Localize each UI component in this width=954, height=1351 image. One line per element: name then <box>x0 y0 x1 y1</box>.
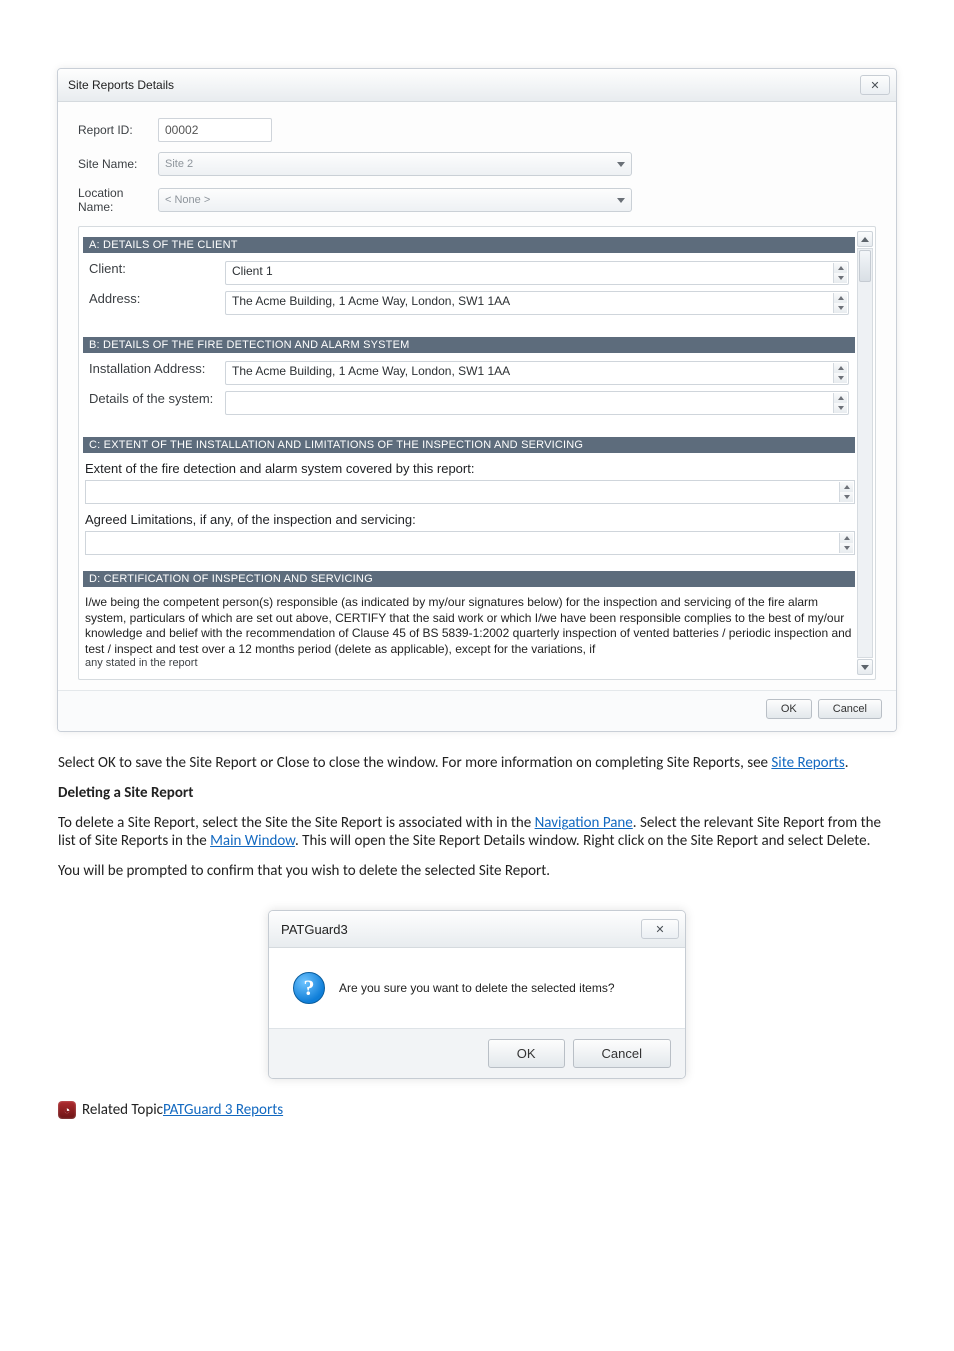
site-name-combo[interactable]: Site 2 <box>158 152 632 176</box>
cancel-button[interactable]: Cancel <box>818 699 882 719</box>
details-label: Details of the system: <box>89 391 225 406</box>
section-a-bar: A: DETAILS OF THE CLIENT <box>83 237 855 253</box>
details-input[interactable] <box>225 391 849 415</box>
question-icon: ? <box>293 972 325 1004</box>
section-b: Installation Address: The Acme Building,… <box>83 353 855 429</box>
dialog-footer: OK Cancel <box>58 690 896 731</box>
cert-truncated: any stated in the report <box>85 657 853 669</box>
doc-p1: Select OK to save the Site Report or Clo… <box>58 754 896 772</box>
doc-p2: To delete a Site Report, select the Site… <box>58 814 896 850</box>
ok-button[interactable]: OK <box>488 1039 565 1068</box>
link-site-reports[interactable]: Site Reports <box>771 754 844 772</box>
limits-stepper[interactable] <box>839 533 853 553</box>
row-location-name: Location Name: < None > <box>78 186 876 214</box>
report-id-label: Report ID: <box>78 123 158 137</box>
link-patguard-reports[interactable]: PATGuard 3 Reports <box>163 1101 283 1119</box>
section-a: Client: Client 1 Address: The Acme Build… <box>83 253 855 329</box>
form-scrollbar[interactable] <box>857 230 873 676</box>
location-name-combo[interactable]: < None > <box>158 188 632 212</box>
details-stepper[interactable] <box>833 393 847 413</box>
extent-memo[interactable] <box>85 480 855 504</box>
cancel-button[interactable]: Cancel <box>573 1039 671 1068</box>
chevron-down-icon <box>617 162 625 167</box>
related-label: Related Topic <box>82 1101 163 1119</box>
close-icon[interactable]: ✕ <box>641 919 679 939</box>
extent-lead: Extent of the fire detection and alarm s… <box>85 461 853 476</box>
scroll-down-icon[interactable] <box>857 659 873 675</box>
client-input[interactable]: Client 1 <box>225 261 849 285</box>
report-form-frame: A: DETAILS OF THE CLIENT Client: Client … <box>78 226 876 680</box>
section-c-bar: C: EXTENT OF THE INSTALLATION AND LIMITA… <box>83 437 855 453</box>
link-main-window[interactable]: Main Window <box>210 832 295 850</box>
location-name-label: Location Name: <box>78 186 158 214</box>
site-reports-dialog: Site Reports Details ✕ Report ID: 00002 … <box>57 68 897 732</box>
install-address-input[interactable]: The Acme Building, 1 Acme Way, London, S… <box>225 361 849 385</box>
scroll-up-icon[interactable] <box>857 231 873 247</box>
dialog-body: Report ID: 00002 Site Name: Site 2 Locat… <box>58 102 896 690</box>
section-b-bar: B: DETAILS OF THE FIRE DETECTION AND ALA… <box>83 337 855 353</box>
client-label: Client: <box>89 261 225 276</box>
heading-delete: Deleting a Site Report <box>58 784 896 802</box>
confirm-body: ? Are you sure you want to delete the se… <box>269 948 685 1028</box>
doc-p3: You will be prompted to confirm that you… <box>58 862 896 880</box>
scroll-track[interactable] <box>857 248 873 658</box>
section-c: Extent of the fire detection and alarm s… <box>83 453 855 563</box>
row-report-id: Report ID: 00002 <box>78 118 876 142</box>
cert-text: I/we being the competent person(s) respo… <box>85 595 853 657</box>
address-label: Address: <box>89 291 225 306</box>
install-address-label: Installation Address: <box>89 361 225 376</box>
close-icon[interactable]: ✕ <box>860 75 890 95</box>
ok-button[interactable]: OK <box>766 699 812 719</box>
dialog-titlebar: Site Reports Details ✕ <box>58 69 896 102</box>
site-name-label: Site Name: <box>78 157 158 171</box>
client-stepper[interactable] <box>833 263 847 283</box>
section-d-bar: D: CERTIFICATION OF INSPECTION AND SERVI… <box>83 571 855 587</box>
report-id-input[interactable]: 00002 <box>158 118 272 142</box>
doc-body: Select OK to save the Site Report or Clo… <box>58 754 896 880</box>
related-row: ◔ Related Topic PATGuard 3 Reports <box>58 1101 896 1119</box>
extent-stepper[interactable] <box>839 482 853 502</box>
confirm-titlebar: PATGuard3 ✕ <box>269 911 685 948</box>
limits-memo[interactable] <box>85 531 855 555</box>
chevron-down-icon <box>617 198 625 203</box>
address-input[interactable]: The Acme Building, 1 Acme Way, London, S… <box>225 291 849 315</box>
confirm-message: Are you sure you want to delete the sele… <box>339 981 615 995</box>
scroll-thumb[interactable] <box>859 250 871 282</box>
limits-lead: Agreed Limitations, if any, of the inspe… <box>85 512 853 527</box>
address-stepper[interactable] <box>833 293 847 313</box>
confirm-dialog: PATGuard3 ✕ ? Are you sure you want to d… <box>268 910 686 1079</box>
link-nav-pane[interactable]: Navigation Pane <box>535 814 633 832</box>
install-address-stepper[interactable] <box>833 363 847 383</box>
confirm-footer: OK Cancel <box>269 1028 685 1078</box>
row-site-name: Site Name: Site 2 <box>78 152 876 176</box>
dialog-title: Site Reports Details <box>68 78 174 92</box>
section-d: I/we being the competent person(s) respo… <box>83 587 855 677</box>
confirm-title: PATGuard3 <box>281 922 348 937</box>
app-icon: ◔ <box>58 1101 76 1119</box>
